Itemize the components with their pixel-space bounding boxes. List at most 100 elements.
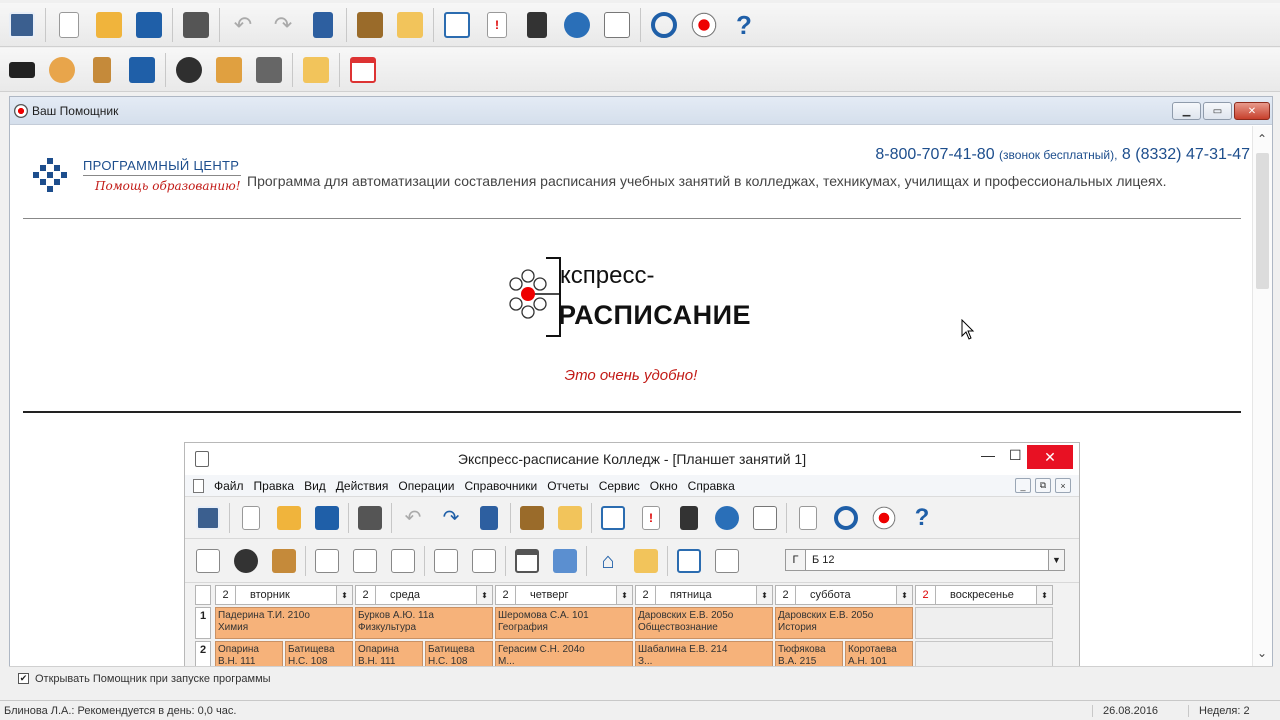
printer-alt-button[interactable]	[351, 6, 389, 44]
book-button[interactable]	[438, 6, 476, 44]
toolbar-separator	[45, 7, 46, 42]
calculator-icon	[527, 11, 547, 38]
lesson-cell: Даровских Е.В. 205о История	[775, 607, 913, 639]
move-lesson-icon	[353, 548, 377, 573]
calendar-button[interactable]	[344, 51, 382, 89]
paste-lesson-icon	[472, 548, 496, 573]
calendar-icon	[350, 56, 376, 83]
menu-help: Справка	[687, 478, 735, 493]
computers-button[interactable]	[250, 51, 288, 89]
alert-doc-icon: !	[642, 505, 660, 530]
refresh-icon	[834, 505, 858, 530]
print-button[interactable]	[177, 6, 215, 44]
new-document-button[interactable]	[50, 6, 88, 44]
grid-corner	[195, 585, 211, 605]
new-doc-icon	[59, 11, 79, 38]
menu-edit: Правка	[253, 478, 295, 493]
edit-icon	[313, 11, 333, 38]
day-header-thursday: 2 четверг ⬍	[495, 585, 633, 605]
calculator-icon	[680, 505, 698, 530]
schedule-row: 1 Падерина Т.И. 210о Химия Бурков А.Ю. 11…	[185, 607, 1079, 639]
phone-note: (звонок бесплатный),	[999, 148, 1118, 162]
window-arrow-icon	[753, 505, 777, 530]
students-button[interactable]	[170, 51, 208, 89]
flower-logo-icon	[691, 11, 717, 38]
groups-button[interactable]	[3, 51, 41, 89]
day-header-sunday: 2 воскресенье ⬍	[915, 585, 1053, 605]
status-date: 26.08.2016	[1092, 704, 1188, 717]
lesson-cell: Шабалина Е.В. 214 З...	[635, 641, 773, 666]
edit-button[interactable]	[304, 6, 342, 44]
group-select[interactable]: Г Б 12 ▼	[785, 549, 1065, 571]
save-button[interactable]	[130, 6, 168, 44]
graduation-cap-icon	[9, 61, 35, 78]
refresh-icon	[651, 11, 677, 38]
rooms-button[interactable]	[123, 51, 161, 89]
undo-icon: ↶	[404, 506, 422, 529]
door-button[interactable]	[83, 51, 121, 89]
schedule-row: 2 Опарина В.Н. 111 Батищева Н.С. 108 Опари…	[185, 641, 1079, 666]
phone-block: 8-800-707-41-80 (звонок бесплатный), 8 (…	[875, 146, 1250, 164]
flower-logo-icon	[14, 103, 28, 118]
lesson-cell: Бурков А.Ю. 11а Физкультура	[355, 607, 493, 639]
toolbar-separator	[292, 52, 293, 87]
folders-button[interactable]	[391, 6, 429, 44]
preview-toolbar-2: ⌂ Г Б 12 ▼	[185, 539, 1079, 583]
phone-main: 8-800-707-41-80	[875, 146, 995, 163]
documents-button[interactable]	[297, 51, 335, 89]
open-folder-icon	[277, 505, 301, 530]
show-on-startup-checkbox[interactable]: ✔	[18, 673, 29, 684]
undo-button[interactable]: ↶	[224, 6, 262, 44]
row-number: 1	[195, 607, 211, 639]
sync-icon	[799, 505, 817, 530]
redo-icon: ↷	[273, 11, 293, 37]
calculator-button[interactable]	[518, 6, 556, 44]
empty-cell	[915, 641, 1053, 666]
menu-operations: Операции	[398, 478, 455, 493]
settings-people-button[interactable]	[210, 51, 248, 89]
assistant-window: Ваш Помощник ▁ ▭ ✕ ПРОГРАММНЫЙ ЦЕНТР Пом…	[9, 96, 1273, 690]
alert-doc-button[interactable]: !	[478, 6, 516, 44]
print-icon	[183, 11, 209, 38]
redo-button[interactable]: ↷	[264, 6, 302, 44]
lesson-cell: Опарина В.Н. 111	[215, 641, 283, 666]
scroll-thumb[interactable]	[1256, 153, 1269, 289]
maximize-button[interactable]: ▭	[1203, 102, 1232, 120]
close-button[interactable]: ✕	[1234, 102, 1270, 120]
book-icon	[444, 11, 470, 38]
assistant-titlebar[interactable]: Ваш Помощник	[10, 97, 1272, 125]
about-button[interactable]	[685, 6, 723, 44]
assistant-options-bar: ✔ Открывать Помощник при запуске програм…	[9, 666, 1273, 690]
minimize-button[interactable]: ▁	[1172, 102, 1201, 120]
lesson-cell: Батищева Н.С. 108	[425, 641, 493, 666]
globe-button[interactable]	[558, 6, 596, 44]
window-arrow-button[interactable]	[598, 6, 636, 44]
door-icon	[93, 56, 111, 83]
chevron-up-icon[interactable]: ⌃	[1257, 132, 1267, 146]
preview-menubar: Файл Правка Вид Действия Операции Справо…	[185, 475, 1079, 497]
toolbar-separator	[165, 52, 166, 87]
status-user: Блинова Л.А.: Рекомендуется в день: 0,0 …	[4, 704, 237, 717]
preview-minimize-icon: —	[981, 447, 995, 463]
schedule-list-button[interactable]	[3, 6, 41, 44]
preview-mini-minimize-icon: _	[1015, 478, 1031, 493]
preview-close-icon: ✕	[1027, 445, 1073, 469]
alert-doc-icon: !	[487, 11, 507, 38]
open-button[interactable]	[90, 6, 128, 44]
computers-icon	[256, 56, 282, 83]
content-scrollbar[interactable]: ⌃ ⌄	[1252, 126, 1272, 666]
teachers-button[interactable]	[43, 51, 81, 89]
company-name: ПРОГРАММНЫЙ ЦЕНТР	[83, 158, 240, 173]
lesson-cell: Опарина В.Н. 111	[355, 641, 423, 666]
help-button[interactable]: ?	[725, 6, 763, 44]
main-toolbar: ↶ ↷ ! ?	[0, 3, 1280, 47]
folders-icon	[558, 505, 582, 530]
spinner-icon: ⬍	[896, 586, 912, 604]
row-number: 2	[195, 641, 211, 666]
printer-alt-icon	[520, 505, 544, 530]
refresh-button[interactable]	[645, 6, 683, 44]
help-icon: ?	[736, 9, 752, 40]
assistant-title: Ваш Помощник	[32, 103, 119, 118]
status-bar: Блинова Л.А.: Рекомендуется в день: 0,0 …	[0, 700, 1280, 720]
chevron-down-icon[interactable]: ⌄	[1257, 646, 1267, 660]
